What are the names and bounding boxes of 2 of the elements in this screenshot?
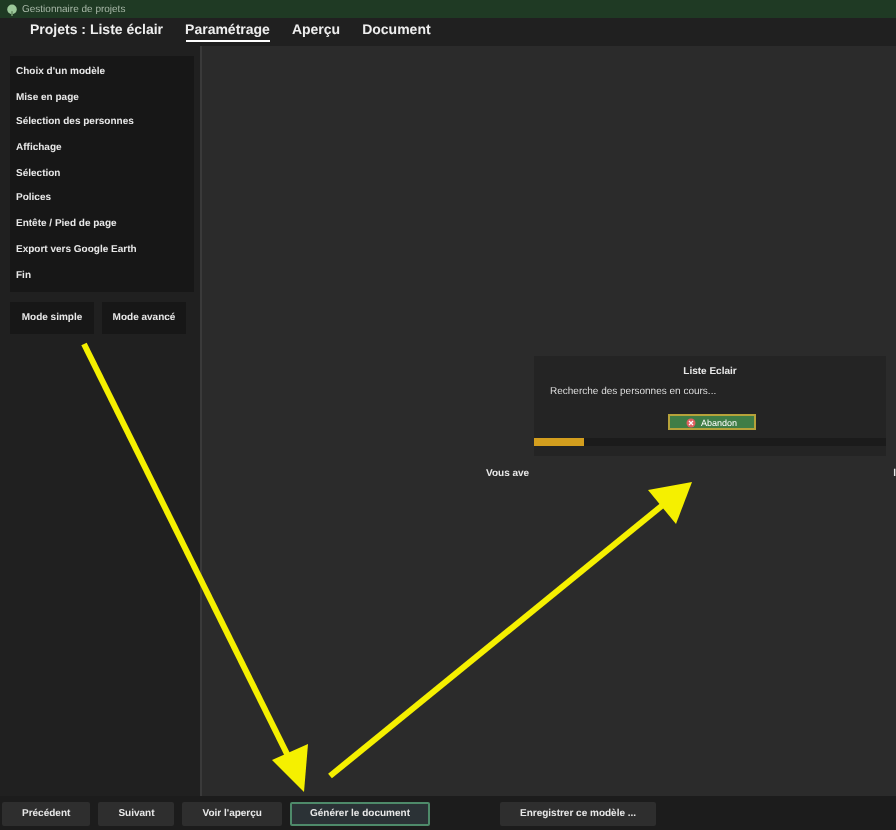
stop-icon <box>686 417 697 427</box>
tree-icon <box>6 3 18 15</box>
